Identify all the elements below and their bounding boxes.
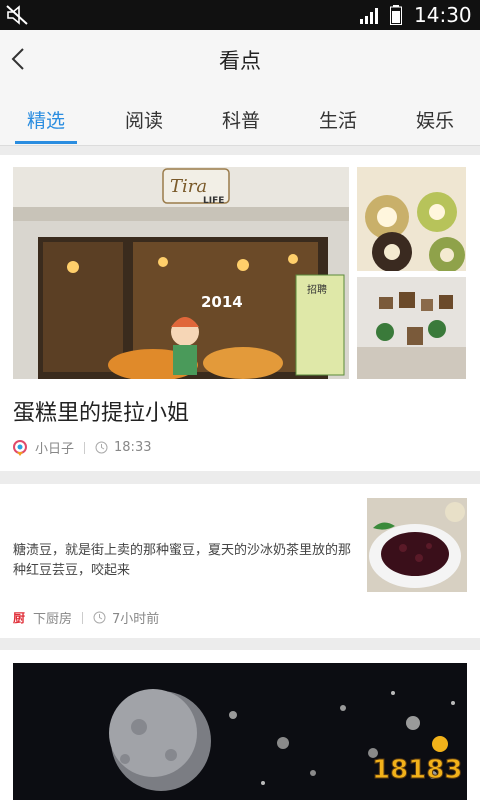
- article-meta: 小日子 18:33: [13, 438, 151, 457]
- poster-text: 招聘: [307, 283, 327, 296]
- battery-icon: [390, 5, 402, 25]
- storefront-image: Tira LIFE 2014 招聘: [13, 167, 349, 379]
- status-bar: 14:30: [0, 0, 480, 30]
- feed-card[interactable]: 糖渍豆，就是街上卖的那种蜜豆，夏天的沙冰奶茶里放的那种红豆芸豆，咬起来 厨 下厨…: [0, 484, 480, 638]
- signal-icon: [360, 8, 378, 24]
- shop-sign-text: Tira: [170, 176, 207, 197]
- meta-divider: [84, 441, 86, 454]
- sweet-beans-image: [367, 498, 467, 592]
- cake-roll-image: [357, 167, 466, 271]
- meta-divider: [82, 611, 84, 624]
- page-title: 看点: [219, 49, 261, 73]
- active-tab-indicator: [15, 141, 77, 144]
- article-description[interactable]: 糖渍豆，就是街上卖的那种蜜豆，夏天的沙冰奶茶里放的那种红豆芸豆，咬起来: [13, 541, 353, 581]
- shop-sign-sub-text: LIFE: [203, 196, 224, 206]
- tab-entertainment[interactable]: 娱乐: [416, 106, 454, 133]
- clock: 14:30: [414, 3, 472, 27]
- source-name: 小日子: [35, 442, 75, 457]
- watermark-logo: 18183: [370, 730, 470, 790]
- watermark-text: 18183: [372, 755, 462, 785]
- article-title[interactable]: 蛋糕里的提拉小姐: [13, 395, 189, 427]
- mute-icon: [6, 5, 28, 25]
- timestamp: 7小时前: [112, 612, 160, 627]
- article-meta: 厨 下厨房 7小时前: [13, 608, 159, 627]
- app-bar: 看点: [0, 30, 480, 88]
- xiachufang-logo-icon: 厨: [13, 611, 26, 625]
- window-year-text: 2014: [201, 293, 243, 311]
- tab-science[interactable]: 科普: [222, 106, 260, 133]
- feed-card[interactable]: Tira LIFE 2014 招聘 蛋糕里的提拉小姐 小日子 18:33: [0, 155, 480, 471]
- clock-icon: [93, 611, 106, 624]
- source-name: 下厨房: [33, 612, 73, 627]
- clock-icon: [95, 441, 108, 454]
- tab-life[interactable]: 生活: [319, 106, 357, 133]
- timestamp: 18:33: [114, 440, 152, 455]
- tab-featured[interactable]: 精选: [27, 106, 65, 133]
- cafe-interior-image: [357, 277, 466, 379]
- source-logo-icon: [13, 439, 27, 456]
- tab-reading[interactable]: 阅读: [125, 106, 163, 133]
- category-tabs: 精选 阅读 科普 生活 娱乐: [0, 88, 480, 146]
